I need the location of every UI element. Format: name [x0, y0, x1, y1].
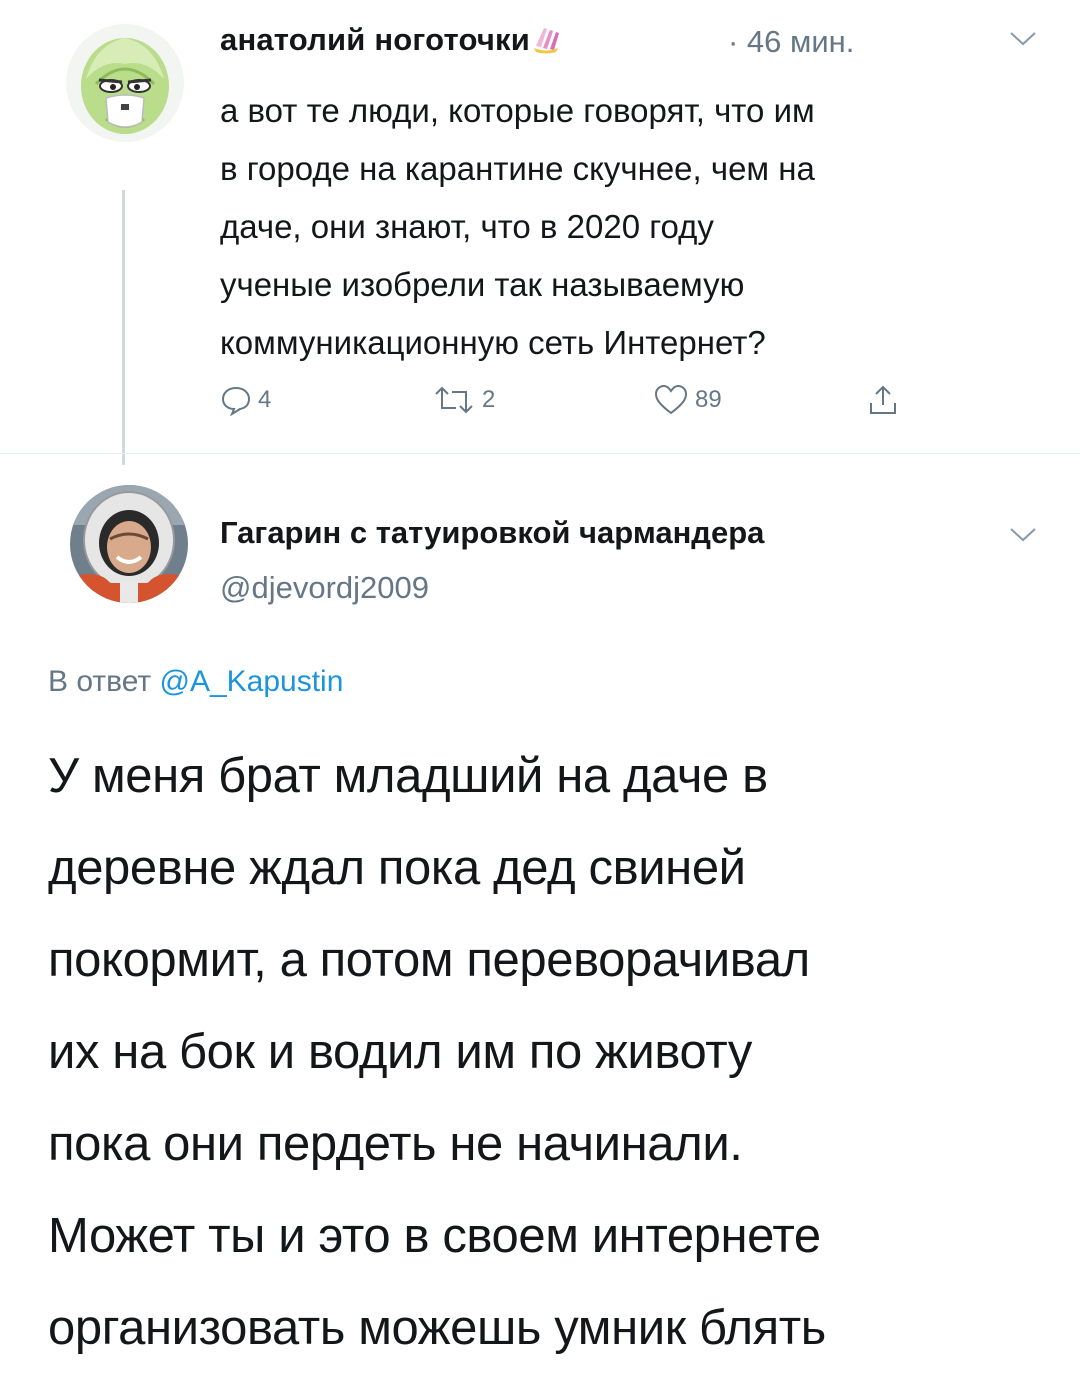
chevron-down-icon[interactable] — [1008, 526, 1038, 549]
tweet1-text-line: коммуникационную сеть Интернет? — [220, 324, 766, 361]
tweet2-text-line: их на бок и водил им по животу — [48, 1025, 752, 1079]
like-count: 89 — [695, 386, 722, 413]
nail-polish-emoji-icon — [532, 24, 564, 62]
tweet2-handle[interactable]: @djevordj2009 — [220, 570, 429, 606]
tweet1-text-line: а вот те люди, которые говорят, что им — [220, 92, 815, 129]
like-button[interactable]: 89 — [653, 380, 722, 420]
share-button[interactable] — [866, 380, 906, 420]
tweet1-author-name-text: анатолий ноготочки — [220, 22, 530, 57]
reply-count: 4 — [258, 386, 272, 413]
retweet-count: 2 — [482, 386, 496, 413]
avatar-tweet2[interactable] — [70, 485, 188, 603]
reply-prefix: В ответ — [48, 665, 152, 698]
retweet-icon — [435, 386, 473, 414]
comment-icon — [221, 386, 251, 416]
chevron-down-icon[interactable] — [1008, 30, 1038, 53]
heart-icon — [654, 384, 688, 415]
tweet2-text-line: Может ты и это в своем интернете — [48, 1209, 821, 1263]
share-icon — [870, 385, 896, 414]
reply-context: В ответ @A_Kapustin — [48, 665, 343, 699]
reply-button[interactable]: 4 — [220, 380, 271, 420]
tweet1-text-line: ученые изобрели так называемую — [220, 266, 745, 303]
tweet2-text-line: деревне ждал пока дед свиней — [48, 841, 746, 895]
tweet1-text-line: в городе на карантине скучнее, чем на — [220, 150, 815, 187]
tweet1-text: а вот те люди, которые говорят, что им в… — [220, 82, 1050, 372]
tweet2-text-line: покормит, а потом переворачивал — [48, 933, 810, 987]
tweet1-timestamp[interactable]: · 46 мин. — [728, 24, 854, 60]
tweet1-text-line: даче, они знают, что в 2020 году — [220, 208, 714, 245]
retweet-button[interactable]: 2 — [432, 380, 495, 420]
tweet1-author-name[interactable]: анатолий ноготочки — [220, 22, 564, 62]
tweet2-text: У меня брат младший на даче в деревне жд… — [48, 730, 1058, 1374]
tweet2-author-name[interactable]: Гагарин с татуировкой чармандера — [220, 515, 764, 551]
thread-connector-line — [122, 190, 125, 465]
tweet2-text-line: организовать можешь умник блять — [48, 1301, 826, 1355]
reply-mention-link[interactable]: @A_Kapustin — [159, 665, 343, 698]
avatar-tweet1[interactable] — [66, 24, 184, 142]
tweet2-text-line: пока они пердеть не начинали. — [48, 1117, 743, 1171]
tweet-divider — [0, 453, 1080, 454]
tweet2-text-line: У меня брат младший на даче в — [48, 749, 768, 803]
